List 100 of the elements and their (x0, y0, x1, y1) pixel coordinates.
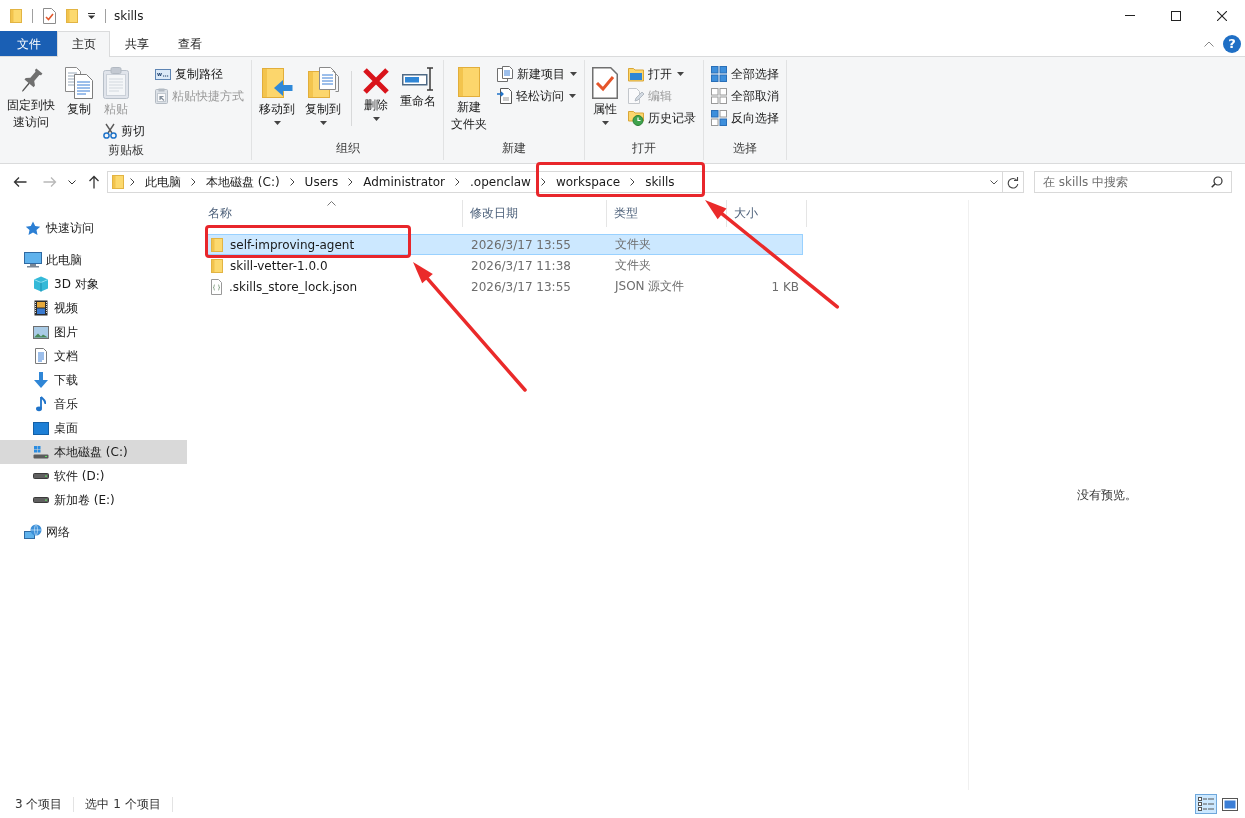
mixed-squares-icon (711, 110, 727, 126)
folder-icon (458, 67, 480, 97)
move-to-button[interactable]: 移动到 (256, 63, 298, 127)
system-drive-icon (33, 445, 49, 459)
sidebar-item[interactable]: 此电脑 (0, 248, 187, 272)
window-title: skills (114, 8, 144, 23)
chevron-right-icon[interactable] (289, 178, 295, 186)
history-button[interactable]: 历史记录 (625, 107, 699, 129)
copy-button[interactable]: 复制 (62, 63, 96, 120)
column-header[interactable]: 修改日期 (463, 200, 607, 227)
open-button[interactable]: 打开 (625, 63, 687, 85)
sidebar-item[interactable]: 下载 (0, 368, 187, 392)
document-arrow-icon (497, 88, 512, 104)
breadcrumb[interactable]: Users (300, 172, 343, 192)
ribbon-tab[interactable]: 主页 (57, 31, 110, 57)
file-name: .skills_store_lock.json (229, 279, 358, 294)
chevron-down-icon (68, 179, 76, 185)
invert-selection-button[interactable]: 反向选择 (708, 107, 782, 129)
sidebar-item[interactable]: 网络 (0, 520, 187, 544)
refresh-icon (1007, 175, 1019, 189)
breadcrumb[interactable]: .openclaw (466, 172, 535, 192)
modified-date: 2026/3/17 13:55 (471, 237, 571, 252)
refresh-button[interactable] (1003, 171, 1024, 193)
document-check-icon (592, 67, 618, 99)
sidebar-item[interactable]: 文档 (0, 344, 187, 368)
search-field[interactable]: 在 skills 中搜索 (1034, 171, 1232, 193)
sidebar-item[interactable]: 快速访问 (0, 216, 187, 240)
minimize-icon (1125, 15, 1135, 16)
star-icon (25, 220, 41, 236)
chevron-right-icon[interactable] (455, 178, 461, 186)
copy-to-button[interactable]: 复制到 (302, 63, 344, 127)
rename-button[interactable]: 重命名 (397, 63, 439, 112)
breadcrumb[interactable]: workspace (551, 172, 625, 192)
sidebar-item[interactable]: 3D 对象 (0, 272, 187, 296)
properties-button[interactable]: 属性 (589, 63, 621, 127)
cut-button[interactable]: 剪切 (100, 120, 148, 142)
group-label: 组织 (334, 140, 361, 157)
text-box-icon (155, 68, 171, 80)
code-file-icon (211, 278, 222, 295)
document-check-icon[interactable] (43, 7, 56, 24)
ribbon-tab[interactable]: 查看 (163, 31, 216, 56)
dropdown-icon[interactable] (88, 12, 95, 19)
preview-message: 没有预览。 (1077, 486, 1137, 504)
breadcrumb[interactable]: 本地磁盘 (C:) (202, 172, 284, 192)
column-header[interactable]: 大小 (727, 200, 807, 227)
ribbon-tab[interactable]: 共享 (110, 31, 163, 56)
monitor-icon (24, 252, 42, 268)
breadcrumb[interactable]: skills (641, 172, 679, 192)
picture-icon (33, 325, 49, 339)
select-all-button[interactable]: 全部选择 (708, 63, 782, 85)
group-label: 打开 (631, 140, 657, 157)
file-name: skill-vetter-1.0.0 (230, 258, 328, 273)
chevron-right-icon[interactable] (130, 178, 135, 186)
chevron-right-icon[interactable] (348, 178, 354, 186)
group-label: 剪贴板 (106, 142, 145, 159)
copy-path-button[interactable]: 复制路径 (152, 63, 226, 85)
folder-icon (628, 66, 644, 82)
text-field-icon (402, 67, 434, 91)
sidebar-item[interactable]: 本地磁盘 (C:) (0, 440, 187, 464)
arrow-right-icon (43, 176, 57, 188)
maximize-icon (1171, 10, 1181, 21)
file-row[interactable]: skill-vetter-1.0.0 2026/3/17 11:38 文件夹 (205, 255, 803, 276)
cube-icon (33, 276, 49, 292)
network-icon (24, 524, 42, 540)
chevron-right-icon[interactable] (191, 178, 196, 186)
modified-date: 2026/3/17 11:38 (471, 258, 571, 273)
film-icon (34, 300, 48, 316)
details-view-button[interactable] (1195, 794, 1217, 814)
sidebar-item[interactable]: 软件 (D:) (0, 464, 187, 488)
music-note-icon (36, 396, 46, 412)
chevron-right-icon[interactable] (540, 178, 546, 186)
folder-arrow-icon (261, 67, 293, 99)
document-pencil-icon (628, 88, 644, 104)
documents-icon (65, 67, 93, 99)
arrow-up-icon (88, 175, 100, 189)
file-type: 文件夹 (615, 237, 651, 251)
modified-date: 2026/3/17 13:55 (471, 279, 571, 294)
chevron-down-icon[interactable] (990, 179, 998, 185)
select-none-button[interactable]: 全部取消 (708, 85, 782, 107)
new-folder-button[interactable]: 新建 文件夹 (448, 63, 490, 135)
sidebar-item[interactable]: 桌面 (0, 416, 187, 440)
delete-button[interactable]: 删除 (359, 63, 393, 123)
breadcrumb[interactable]: 此电脑 (141, 172, 185, 192)
sidebar-item[interactable]: 图片 (0, 320, 187, 344)
file-name: self-improving-agent (230, 237, 355, 252)
file-row[interactable]: .skills_store_lock.json 2026/3/17 13:55 JSON 源文件 1 KB (205, 276, 803, 297)
file-menu-button[interactable]: 文件 (0, 31, 57, 56)
column-header[interactable]: 名称 (200, 200, 463, 227)
sidebar-item[interactable]: 新加卷 (E:) (0, 488, 187, 512)
help-button[interactable]: ? (1223, 34, 1241, 53)
sidebar-item[interactable]: 视频 (0, 296, 187, 320)
file-type: 文件夹 (615, 258, 651, 272)
easy-access-button[interactable]: 轻松访问 (494, 85, 579, 107)
screen-icon (33, 421, 49, 435)
chevron-right-icon[interactable] (630, 178, 636, 186)
sidebar-item[interactable]: 音乐 (0, 392, 187, 416)
breadcrumb[interactable]: Administrator (359, 172, 450, 192)
new-item-button[interactable]: 新建项目 (494, 63, 580, 85)
chevron-up-icon[interactable] (1204, 40, 1214, 47)
pin-button[interactable]: 固定到快 速访问 (4, 63, 58, 133)
